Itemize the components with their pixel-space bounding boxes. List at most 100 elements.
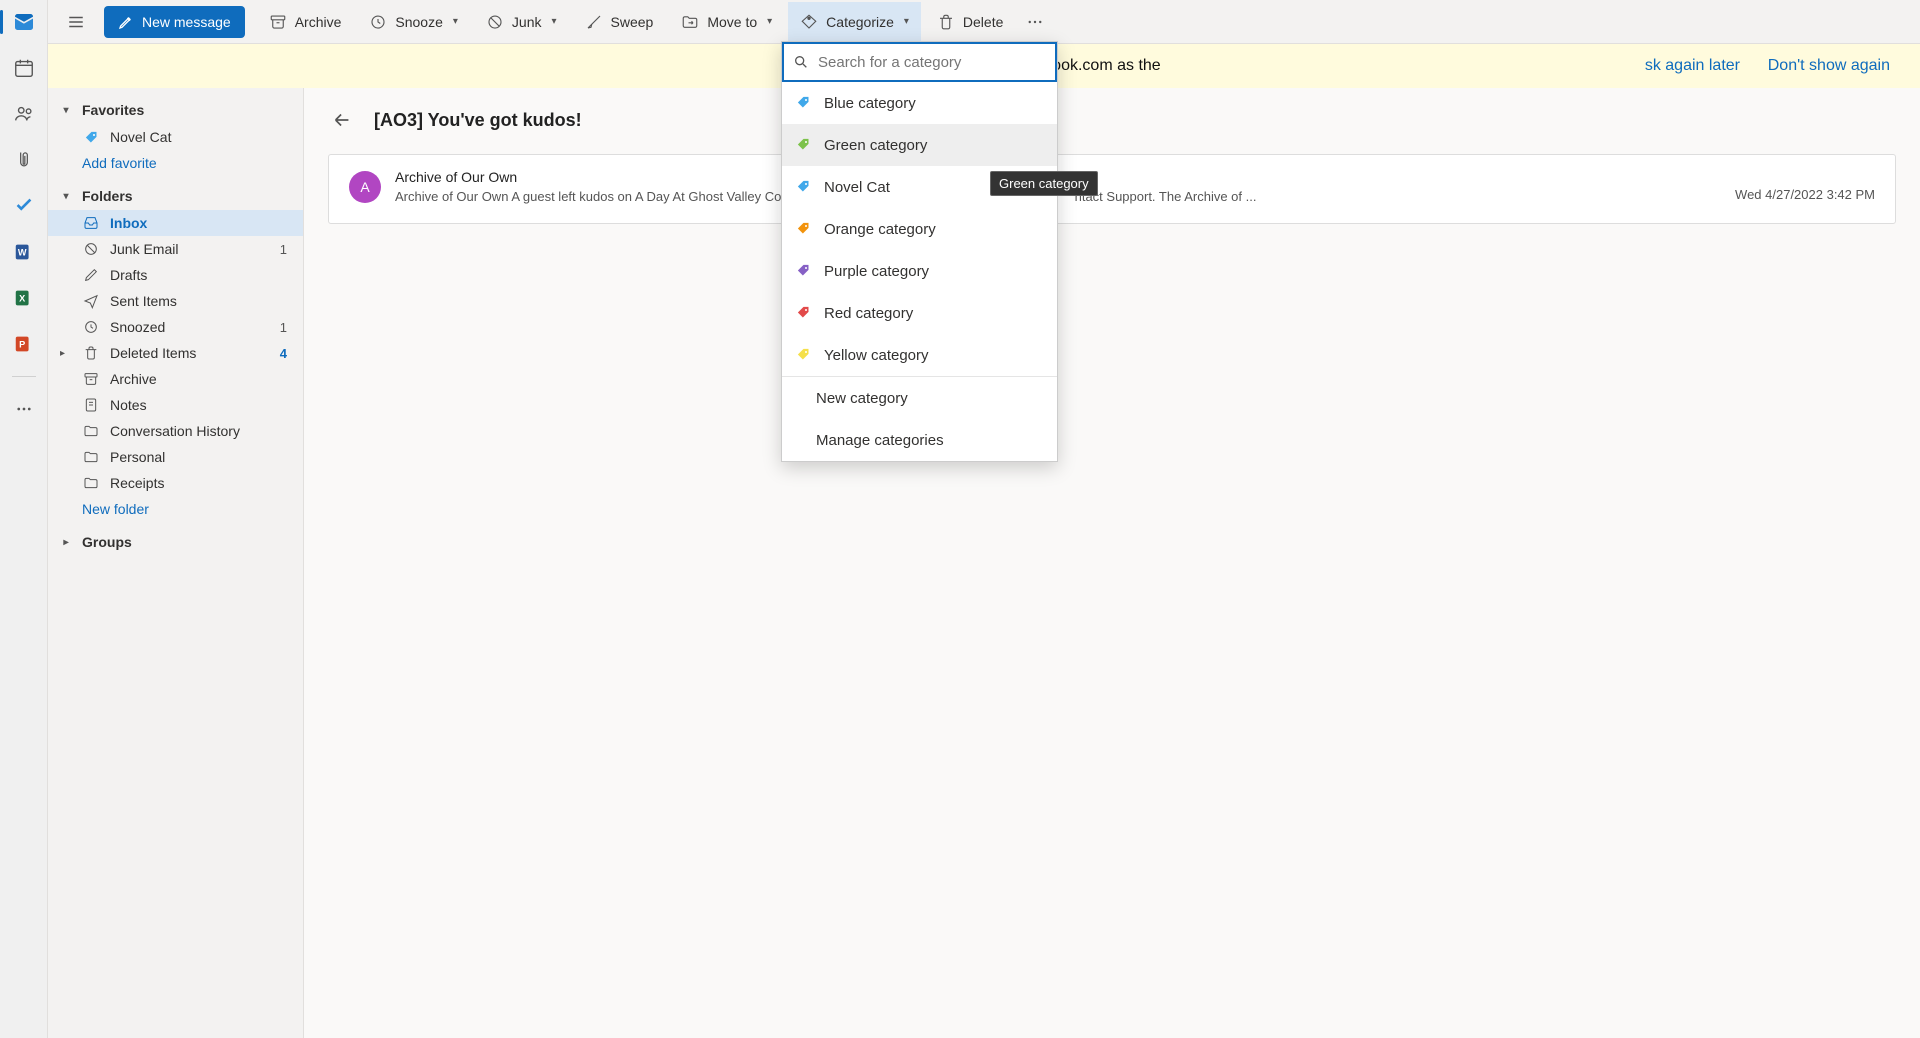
folder-label: Personal bbox=[110, 449, 165, 465]
calendar-app-icon[interactable] bbox=[10, 54, 38, 82]
category-label: Red category bbox=[824, 305, 913, 322]
powerpoint-app-icon[interactable]: P bbox=[10, 330, 38, 358]
category-search-row bbox=[782, 42, 1057, 82]
folder-item-junk-email[interactable]: Junk Email1 bbox=[48, 236, 303, 262]
snoozed-icon bbox=[82, 319, 100, 335]
message-subject: [AO3] You've got kudos! bbox=[374, 110, 582, 131]
manage-categories-item[interactable]: Manage categories bbox=[782, 419, 1057, 461]
preview-tail: ntact Support. The Archive of ... bbox=[1075, 189, 1257, 204]
groups-header[interactable]: ▸ Groups bbox=[48, 528, 303, 556]
people-app-icon[interactable] bbox=[10, 100, 38, 128]
categorize-button[interactable]: Categorize ▾ bbox=[788, 2, 921, 42]
chevron-right-icon: ▸ bbox=[60, 348, 65, 359]
tag-icon bbox=[796, 305, 812, 321]
todo-app-icon[interactable] bbox=[10, 192, 38, 220]
category-item[interactable]: Red category bbox=[782, 292, 1057, 334]
new-message-button[interactable]: New message bbox=[104, 6, 245, 38]
folder-label: Junk Email bbox=[110, 241, 178, 257]
folder-label: Receipts bbox=[110, 475, 164, 491]
inbox-icon bbox=[82, 215, 100, 231]
folder-item-snoozed[interactable]: Snoozed1 bbox=[48, 314, 303, 340]
hamburger-button[interactable] bbox=[60, 6, 92, 38]
folder-item-personal[interactable]: Personal bbox=[48, 444, 303, 470]
folders-header[interactable]: ▾ Folders bbox=[48, 182, 303, 210]
tag-icon bbox=[796, 347, 812, 363]
add-favorite-link[interactable]: Add favorite bbox=[48, 150, 303, 176]
folder-item-sent-items[interactable]: Sent Items bbox=[48, 288, 303, 314]
folder-item-drafts[interactable]: Drafts bbox=[48, 262, 303, 288]
category-label: Orange category bbox=[824, 221, 936, 238]
favorites-header[interactable]: ▾ Favorites bbox=[48, 96, 303, 124]
favorites-label: Favorites bbox=[82, 102, 144, 118]
category-label: Purple category bbox=[824, 263, 929, 280]
tag-icon bbox=[796, 95, 812, 111]
junk-icon bbox=[82, 241, 100, 257]
svg-text:X: X bbox=[19, 294, 26, 304]
tag-icon bbox=[796, 137, 812, 153]
category-tooltip: Green category bbox=[990, 171, 1098, 196]
chevron-down-icon: ▾ bbox=[58, 191, 74, 202]
rail-separator bbox=[12, 376, 36, 377]
sender-avatar: A bbox=[349, 171, 381, 203]
chevron-down-icon: ▾ bbox=[767, 16, 772, 27]
category-label: Green category bbox=[824, 137, 927, 154]
trash-icon bbox=[82, 345, 100, 361]
folder-count: 1 bbox=[280, 320, 287, 335]
word-app-icon[interactable]: W bbox=[10, 238, 38, 266]
new-folder-label: New folder bbox=[82, 501, 149, 517]
back-button[interactable] bbox=[328, 106, 356, 134]
message-card[interactable]: A Archive of Our Own Archive of Our Own … bbox=[328, 154, 1896, 224]
snooze-button[interactable]: Snooze ▾ bbox=[357, 2, 470, 42]
toolbar: New message Archive Snooze ▾ Junk ▾ Swee… bbox=[48, 0, 1920, 44]
tag-icon bbox=[796, 179, 812, 195]
folder-item-notes[interactable]: Notes bbox=[48, 392, 303, 418]
folder-label: Notes bbox=[110, 397, 147, 413]
folder-item-deleted-items[interactable]: ▸Deleted Items4 bbox=[48, 340, 303, 366]
tag-icon bbox=[796, 263, 812, 279]
svg-text:W: W bbox=[17, 248, 26, 258]
folder-item-receipts[interactable]: Receipts bbox=[48, 470, 303, 496]
category-item[interactable]: Green category bbox=[782, 124, 1057, 166]
move-to-button[interactable]: Move to ▾ bbox=[669, 2, 784, 42]
category-item[interactable]: Yellow category bbox=[782, 334, 1057, 376]
folder-label: Inbox bbox=[110, 215, 147, 231]
categorize-label: Categorize bbox=[826, 14, 894, 30]
chevron-right-icon: ▸ bbox=[58, 537, 74, 548]
move-to-label: Move to bbox=[707, 14, 757, 30]
folder-icon bbox=[82, 475, 100, 491]
delete-button[interactable]: Delete bbox=[925, 2, 1015, 42]
category-search-input[interactable] bbox=[818, 44, 1055, 80]
category-label: Novel Cat bbox=[824, 179, 890, 196]
folder-icon bbox=[82, 449, 100, 465]
excel-app-icon[interactable]: X bbox=[10, 284, 38, 312]
folder-label: Drafts bbox=[110, 267, 147, 283]
new-folder-link[interactable]: New folder bbox=[48, 496, 303, 522]
category-item[interactable]: Orange category bbox=[782, 208, 1057, 250]
folder-item-archive[interactable]: Archive bbox=[48, 366, 303, 392]
category-item[interactable]: Purple category bbox=[782, 250, 1057, 292]
folder-item-conversation-history[interactable]: Conversation History bbox=[48, 418, 303, 444]
dont-show-again-link[interactable]: Don't show again bbox=[1768, 57, 1890, 75]
app-rail: W X P bbox=[0, 0, 48, 1038]
favorite-item[interactable]: Novel Cat bbox=[48, 124, 303, 150]
folders-label: Folders bbox=[82, 188, 133, 204]
mail-app-icon[interactable] bbox=[10, 8, 38, 36]
more-actions-button[interactable] bbox=[1019, 2, 1051, 42]
sweep-button[interactable]: Sweep bbox=[573, 2, 666, 42]
svg-text:P: P bbox=[19, 340, 25, 350]
message-body: Archive of Our Own Archive of Our Own A … bbox=[395, 169, 1875, 204]
folder-item-inbox[interactable]: Inbox bbox=[48, 210, 303, 236]
sweep-label: Sweep bbox=[611, 14, 654, 30]
ask-again-later-link[interactable]: sk again later bbox=[1645, 57, 1740, 75]
chevron-down-icon: ▾ bbox=[904, 16, 909, 27]
subject-row: [AO3] You've got kudos! bbox=[304, 88, 1920, 144]
folder-label: Archive bbox=[110, 371, 157, 387]
new-category-item[interactable]: New category bbox=[782, 377, 1057, 419]
manage-categories-label: Manage categories bbox=[816, 432, 944, 449]
more-apps-icon[interactable] bbox=[10, 395, 38, 423]
junk-button[interactable]: Junk ▾ bbox=[474, 2, 569, 42]
files-app-icon[interactable] bbox=[10, 146, 38, 174]
groups-label: Groups bbox=[82, 534, 132, 550]
archive-button[interactable]: Archive bbox=[257, 2, 354, 42]
category-item[interactable]: Blue category bbox=[782, 82, 1057, 124]
